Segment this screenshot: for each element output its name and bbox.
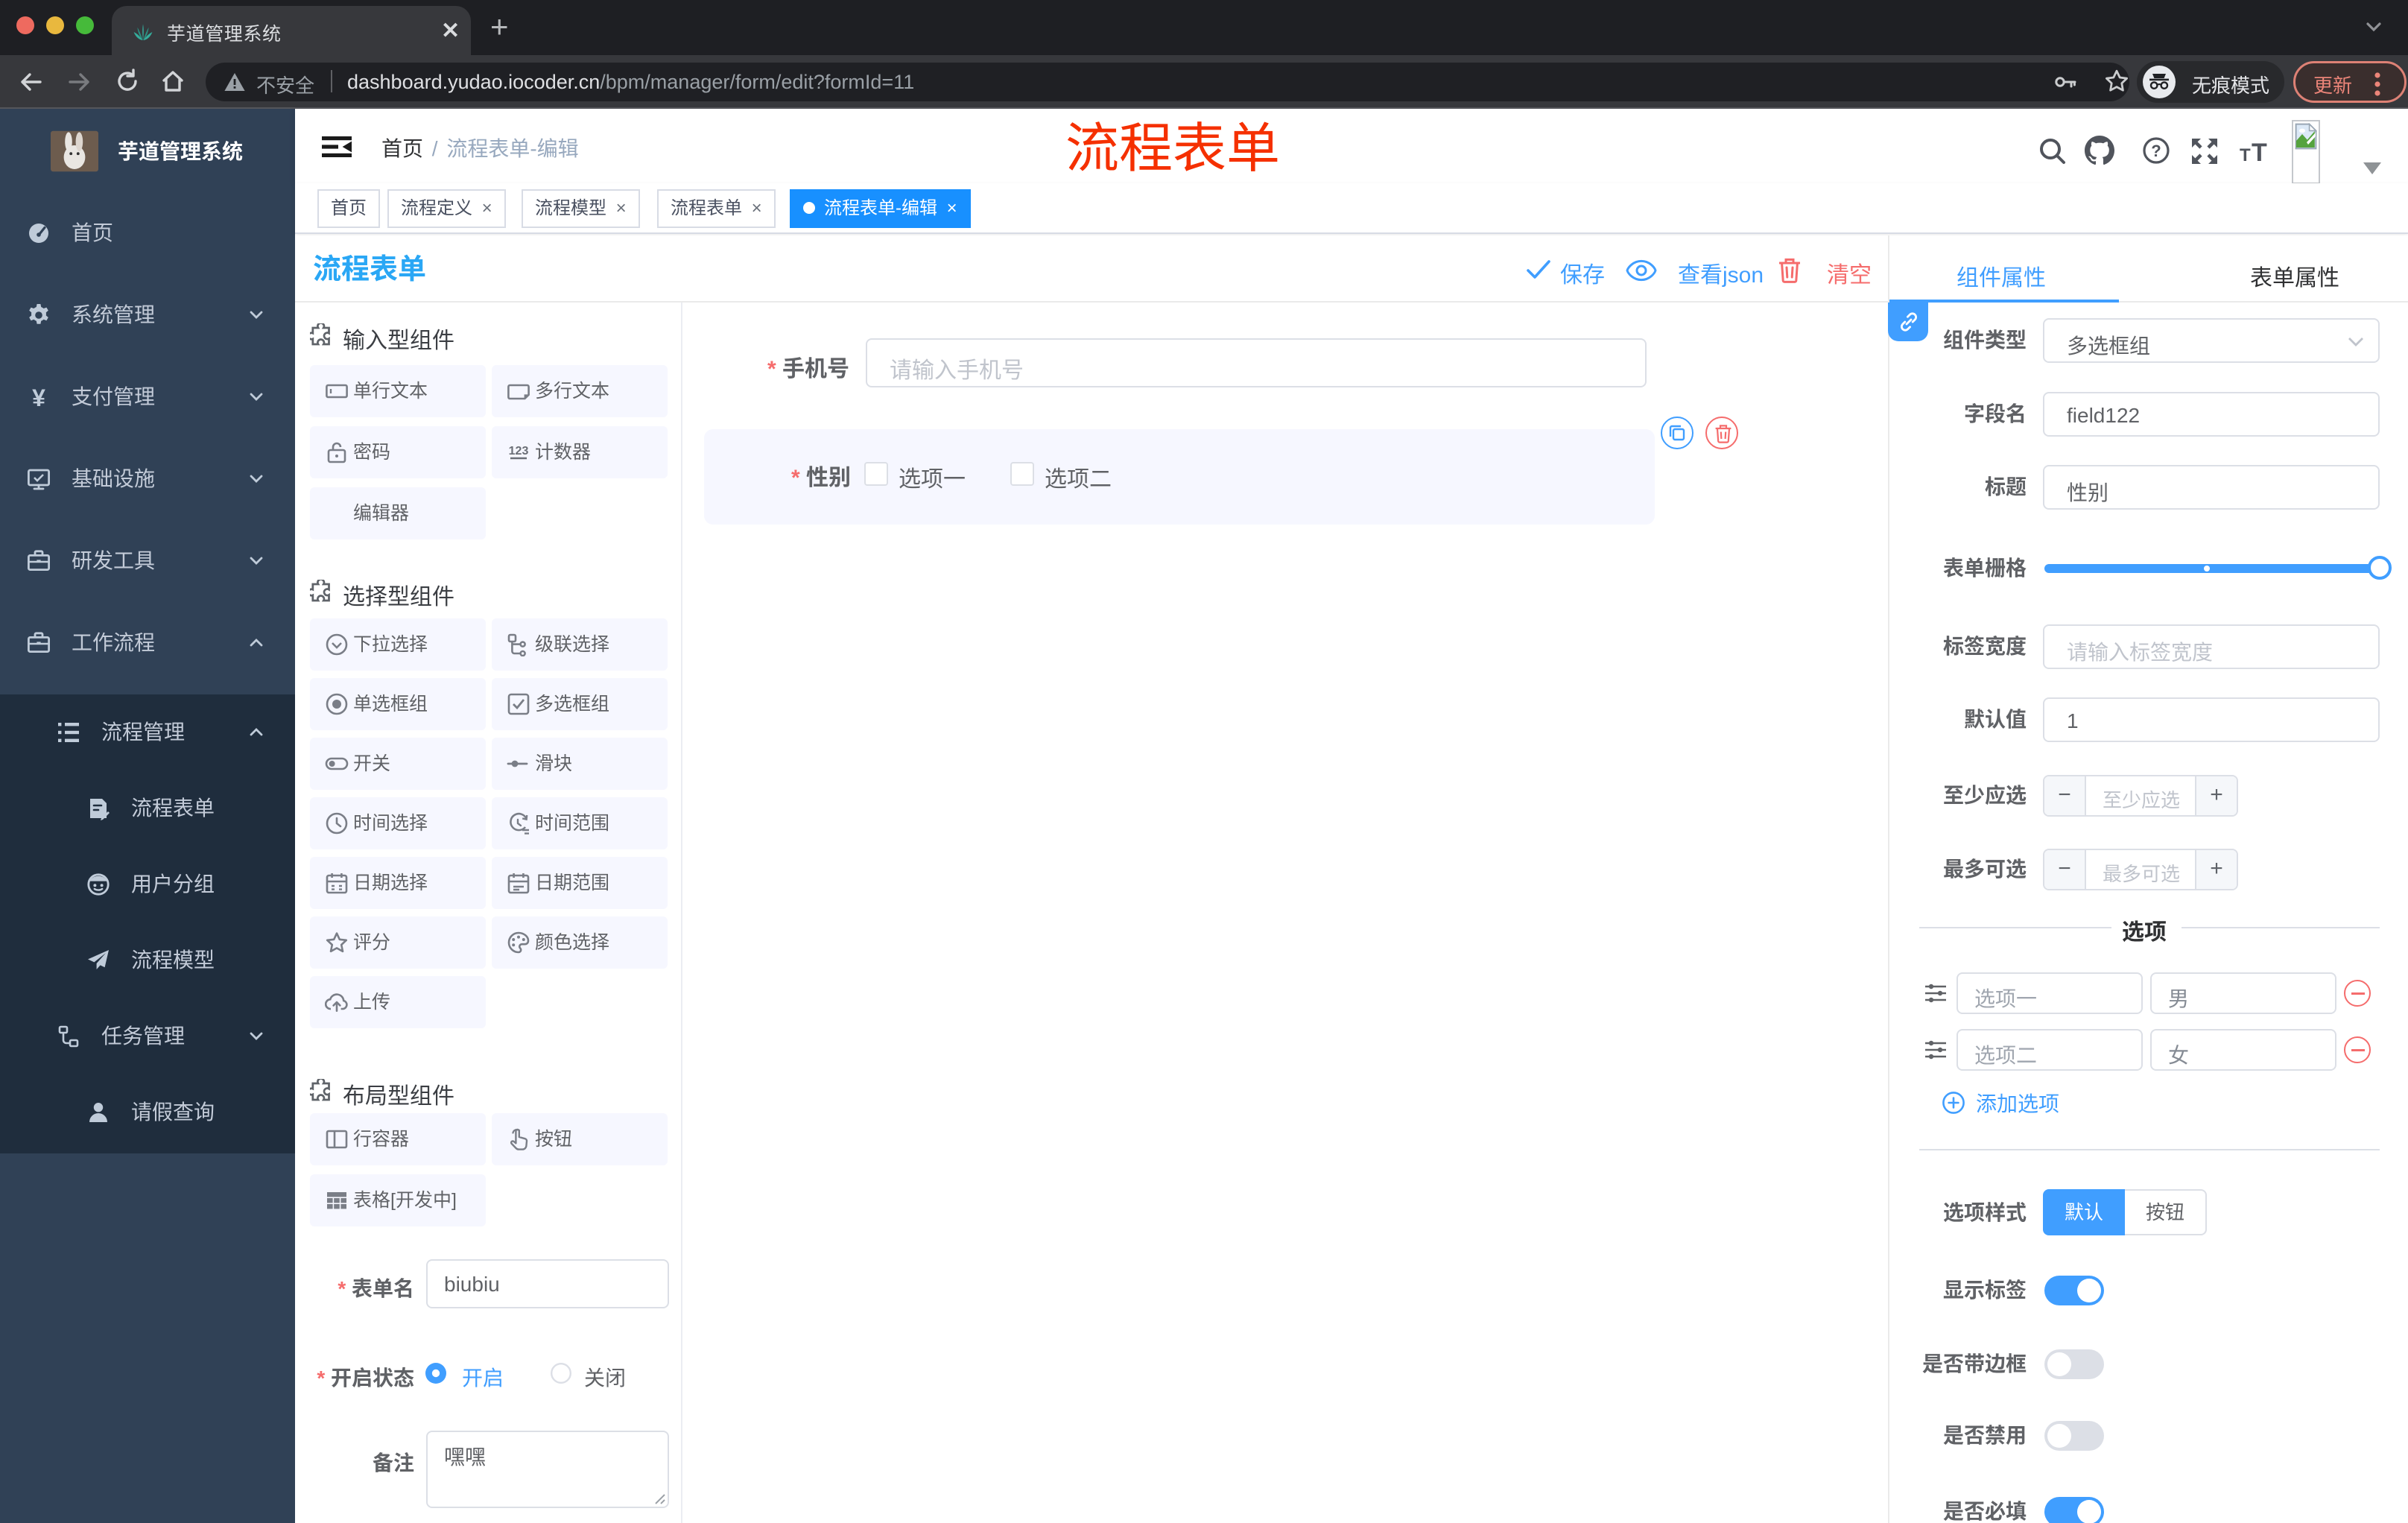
svg-text:T: T <box>2252 139 2267 164</box>
svg-text:¥: ¥ <box>32 385 45 409</box>
svg-text:123: 123 <box>509 445 529 457</box>
svg-text:T: T <box>2240 145 2251 164</box>
svg-text:?: ? <box>2151 142 2161 160</box>
